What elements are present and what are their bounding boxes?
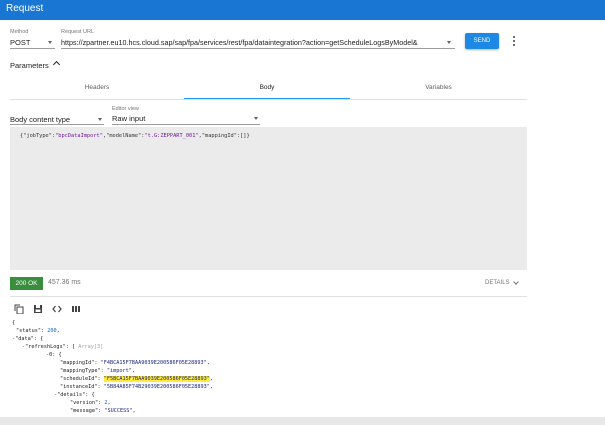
json-line: "mappingId": "F4BCA15F7BAA9039E200586F05… — [60, 359, 210, 367]
array-count: Array[3] — [78, 344, 104, 350]
json-sep: : — [97, 376, 104, 382]
json-key: "details" — [57, 392, 86, 398]
json-line[interactable]: -"details": { — [54, 391, 95, 399]
json-line: "mappingType": "import", — [60, 367, 135, 375]
json-brace: { — [12, 320, 16, 326]
json-key: "mappingType" — [60, 368, 101, 374]
send-button[interactable]: SEND — [465, 33, 499, 49]
json-sep: : [ — [65, 344, 76, 350]
json-key: "message" — [70, 408, 99, 414]
tab-body[interactable]: Body — [184, 77, 350, 99]
json-line: "version": 2, — [70, 399, 111, 407]
json-sep: : { — [85, 392, 95, 398]
chevron-down-icon — [447, 41, 451, 44]
app-header: Request — [0, 0, 605, 20]
more-vert-icon[interactable] — [513, 36, 516, 46]
json-sep: , — [209, 384, 214, 390]
json-line: { — [12, 319, 15, 327]
tabs: Headers Body Variables — [10, 77, 527, 100]
json-key: "scheduleId" — [60, 376, 98, 382]
json-line: "instanceId": "5B84A85F74B29039E200586F0… — [60, 383, 213, 391]
json-key: "status" — [16, 328, 41, 334]
json-line[interactable]: -"refreshLogs": [ Array[3] — [22, 343, 103, 351]
chevron-down-icon[interactable] — [513, 279, 519, 285]
body-content-type-label: Body content type — [10, 115, 71, 124]
code-icon[interactable] — [52, 301, 62, 313]
json-string: "SUCCESS" — [104, 408, 133, 414]
json-string: "bpcDataImport" — [55, 133, 103, 139]
json-array: []} — [240, 133, 250, 139]
method-label: Method — [10, 29, 29, 35]
method-underline — [10, 48, 55, 49]
url-value: https://zpartner.eu10.hcs.cloud.sap/sap/… — [61, 38, 418, 47]
response-time: 457.36 ms — [48, 279, 81, 286]
json-sep: : { — [52, 352, 62, 358]
parameters-label[interactable]: Parameters — [10, 61, 49, 70]
json-key: ,"mappingId": — [198, 133, 241, 139]
response-divider — [10, 296, 527, 297]
json-key: "instanceId" — [60, 384, 98, 390]
editor-view-value: Raw input — [112, 114, 146, 123]
json-line[interactable]: -"data": { — [12, 335, 43, 343]
download-icon[interactable] — [33, 301, 43, 313]
app-title: Request — [6, 3, 44, 14]
editor-view-label: Editor view — [112, 106, 139, 112]
json-sep: , — [132, 408, 136, 414]
url-underline — [61, 48, 455, 49]
json-sep: : { — [33, 336, 44, 342]
tab-variables[interactable]: Variables — [350, 77, 527, 99]
highlighted-json-string: "F5BCA15F7BAA9039E200586F05E28893" — [103, 376, 210, 382]
body-editor[interactable]: {"jobType":"bpcDataImport","modelName":"… — [10, 127, 527, 270]
json-sep: , — [56, 328, 60, 334]
json-sep: , — [206, 360, 210, 366]
json-key: "mappingId" — [60, 360, 95, 366]
json-line: "scheduleId": "F5BCA15F7BAA9039E200586F0… — [60, 375, 213, 383]
chevron-down-icon — [48, 41, 52, 44]
json-sep: , — [209, 376, 214, 382]
json-sep: , — [131, 368, 135, 374]
json-sep: , — [107, 400, 111, 406]
json-line[interactable]: -0: { — [46, 351, 62, 359]
chevron-down-icon — [98, 118, 102, 121]
json-string: "t.G:ZEPPART_001" — [144, 133, 199, 139]
json-key: "data" — [15, 336, 34, 342]
tab-headers[interactable]: Headers — [10, 77, 184, 99]
horizontal-scrollbar[interactable] — [0, 417, 605, 425]
json-key: "refreshLogs" — [25, 344, 66, 350]
json-key: "version" — [70, 400, 99, 406]
json-string: "5B84A85F74B29039E200586F05E28893" — [103, 384, 210, 390]
table-view-icon[interactable] — [71, 301, 81, 312]
details-toggle[interactable]: DETAILS — [485, 280, 510, 286]
chevron-up-icon[interactable] — [52, 60, 61, 69]
url-label: Request URL — [61, 29, 95, 35]
json-line: "status": 200, — [16, 327, 60, 335]
json-key: ,"modelName": — [102, 133, 145, 139]
json-line: "message": "SUCCESS", — [70, 407, 136, 415]
editor-view-underline — [112, 124, 260, 125]
status-badge: 200 OK — [10, 277, 43, 290]
json-string: "F4BCA15F7BAA9039E200586F05E28893" — [100, 360, 207, 366]
chevron-down-icon — [254, 117, 258, 120]
json-key: {"jobType": — [20, 133, 56, 139]
copy-icon[interactable] — [14, 301, 24, 315]
body-code: {"jobType":"bpcDataImport","modelName":"… — [20, 133, 250, 139]
json-number: 200 — [47, 328, 57, 334]
content-type-underline — [10, 124, 104, 125]
method-value: POST — [10, 38, 31, 47]
json-string: "import" — [106, 368, 132, 374]
tabs-divider — [10, 99, 527, 100]
